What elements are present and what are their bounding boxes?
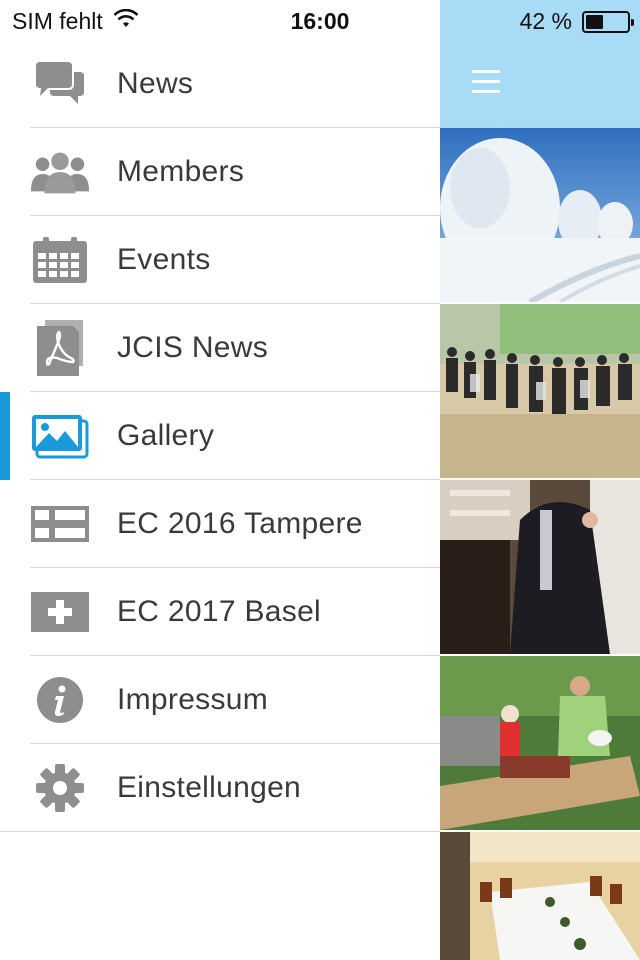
menu-item-label: Einstellungen [117, 771, 302, 804]
hamburger-menu-icon[interactable] [472, 70, 500, 94]
gallery-tile-seated-audience[interactable] [440, 304, 640, 478]
gallery-tile-speaker-in-suit[interactable] [440, 480, 640, 654]
active-indicator [0, 392, 10, 480]
picture-gallery-icon [29, 411, 91, 461]
menu-item-gallery[interactable]: Gallery [0, 392, 440, 480]
menu-item-label: EC 2016 Tampere [117, 507, 363, 540]
menu-item-label: News [117, 67, 194, 100]
menu-item-label: JCIS News [117, 331, 269, 364]
finland-flag-icon [29, 499, 91, 549]
gallery-tile-snowy-landscape[interactable] [440, 128, 640, 302]
menu-item-ec-2016-tampere[interactable]: EC 2016 Tampere [0, 480, 440, 568]
menu-item-label: Events [117, 243, 211, 276]
menu-item-jcis-news[interactable]: JCIS News [0, 304, 440, 392]
menu-item-einstellungen[interactable]: Einstellungen [0, 744, 440, 832]
calendar-icon [29, 235, 91, 285]
gear-icon [29, 763, 91, 813]
menu-item-label: EC 2017 Basel [117, 595, 322, 628]
menu-item-label: Gallery [117, 419, 215, 452]
gallery-tile-banquet-table[interactable] [440, 832, 640, 960]
side-menu: News Members Events JCIS News Gallery EC… [0, 40, 440, 832]
status-bar: SIM fehlt 16:00 42 % [0, 0, 640, 40]
info-icon [29, 675, 91, 725]
people-group-icon [29, 147, 91, 197]
swiss-flag-icon [29, 587, 91, 637]
menu-item-impressum[interactable]: Impressum [0, 656, 440, 744]
pdf-document-icon [29, 320, 91, 376]
menu-item-members[interactable]: Members [0, 128, 440, 216]
menu-item-ec-2017-basel[interactable]: EC 2017 Basel [0, 568, 440, 656]
battery-percent: 42 % [519, 8, 572, 34]
menu-item-label: Members [117, 155, 245, 188]
menu-item-news[interactable]: News [0, 40, 440, 128]
menu-item-events[interactable]: Events [0, 216, 440, 304]
gallery-tile-outdoor-baking[interactable] [440, 656, 640, 830]
battery-fill [586, 14, 603, 29]
speech-bubbles-icon [29, 59, 91, 109]
battery-icon [582, 10, 634, 33]
menu-item-label: Impressum [117, 683, 269, 716]
status-right: 42 % [519, 8, 634, 35]
